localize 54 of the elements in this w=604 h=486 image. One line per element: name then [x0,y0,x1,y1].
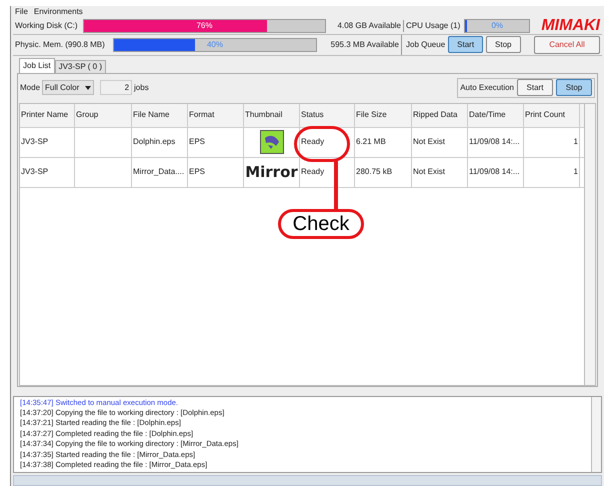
mode-label: Mode [20,82,40,94]
table-cell: Mirror_Data.... [133,166,184,178]
table-cell: EPS [189,136,206,148]
thumbnail-text: Mirror [245,164,298,180]
meter-reading: 0% [490,20,504,32]
job-count-field[interactable]: 2 [100,80,132,96]
table-cell: Ready [301,136,324,148]
tab[interactable]: JV3-SP ( 0 ) [54,60,106,73]
table-cell: Not Exist [413,166,446,178]
caret-icon [85,86,92,90]
meter-label: Physic. Mem. (990.8 MB) [14,38,106,51]
column-header[interactable]: Format [188,104,244,127]
column-header[interactable]: File Size [355,104,412,127]
column-header[interactable]: Group [75,104,132,127]
table-cell: 11/09/08 14:... [469,166,520,178]
table-cell: Ready [301,166,324,178]
meter-reading: 40% [206,38,224,51]
column-header[interactable]: Print Count [524,104,580,127]
dolphin-thumbnail [260,130,284,154]
jobs-label: jobs [134,82,149,94]
column-header[interactable]: Ripped Data [412,104,468,127]
job-queue-label: Job Queue [406,38,446,51]
available-text: 595.3 MB Available [330,38,400,51]
menu-item[interactable]: Environments [34,6,83,18]
table-cell: JV3-SP [21,166,48,178]
column-header[interactable]: Thumbnail [244,104,300,127]
button[interactable]: Start [448,36,484,54]
column-header[interactable]: File Name [132,104,188,127]
table-cell: Not Exist [413,136,446,148]
auto-execution-label: Auto Execution [460,82,514,94]
mode-dropdown[interactable]: Full Color [42,80,94,96]
table-cell: Dolphin.eps [133,136,176,148]
table-cell: 6.21 MB [356,136,386,148]
table-cell: 11/09/08 14:... [469,136,520,148]
cpu-label: CPU Usage (1) [403,20,462,32]
column-header[interactable]: Date/Time [468,104,524,127]
table-cell: 1 [574,166,578,178]
menu-item[interactable]: File [15,6,28,18]
button[interactable]: Stop [486,36,521,54]
column-header[interactable]: Printer Name [20,104,75,127]
cancel-all-button[interactable]: Cancel All [534,36,600,54]
table-cell: EPS [189,166,206,178]
table-cell: 1 [574,136,578,148]
logo: MIMAKI [541,18,602,34]
button[interactable]: Start [517,79,553,96]
column-header[interactable]: Status [300,104,355,127]
callout-label: Check [278,209,364,239]
available-text: 4.08 GB Available [336,20,402,32]
button[interactable]: Stop [556,79,592,96]
meter-label: Working Disk (C:) [14,20,79,32]
table-cell: 280.75 kB [356,166,392,178]
meter-reading: 76% [195,20,214,32]
tab[interactable]: Job List [19,58,55,73]
table-cell: JV3-SP [21,136,48,148]
